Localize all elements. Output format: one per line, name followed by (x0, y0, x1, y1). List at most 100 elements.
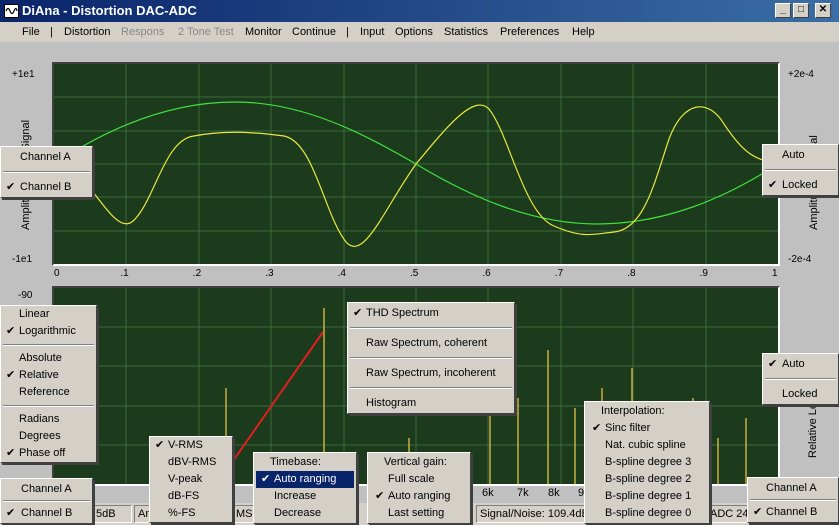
menu-separator: | (50, 26, 53, 38)
menu-item-auto-ranging[interactable]: ✔ Auto ranging (256, 471, 354, 488)
menu-bar: File | Distortion Respons 2 Tone Test Mo… (0, 22, 839, 42)
check-icon: ✔ (753, 506, 763, 518)
app-icon[interactable] (4, 4, 19, 18)
minimize-button[interactable]: _ (775, 3, 791, 18)
menu-preferences[interactable]: Preferences (500, 26, 559, 38)
menu-item-v-rms[interactable]: ✔ V-RMS (150, 437, 232, 454)
timebase-menu: Timebase: ✔ Auto ranging Increase Decreas… (253, 452, 357, 524)
menu-item-v-peak[interactable]: V-peak (150, 471, 232, 488)
x-tick-label: .3 (265, 268, 274, 279)
freq-label-7k: 7k (517, 487, 529, 499)
menu-item-auto-ranging[interactable]: ✔ Auto ranging (370, 488, 468, 505)
menu-options[interactable]: Options (395, 26, 433, 38)
menu-item-db-fs[interactable]: dB-FS (150, 488, 232, 505)
check-icon: ✔ (6, 325, 16, 337)
menu-monitor[interactable]: Monitor (245, 26, 282, 38)
menu-item-channel-a[interactable]: Channel A (1, 479, 92, 499)
menu-item-raw-spectrum-incoherent[interactable]: Raw Spectrum, incoherent (348, 363, 514, 383)
menu-item-increase[interactable]: Increase (256, 488, 354, 505)
menu-continue[interactable]: Continue (292, 26, 336, 38)
menu-item-bspline-3[interactable]: B-spline degree 3 (587, 454, 707, 471)
menu-help[interactable]: Help (572, 26, 595, 38)
x-tick-label: .2 (192, 268, 202, 279)
maximize-button[interactable]: □ (793, 3, 809, 18)
top-left-min-label: -1e1 (12, 254, 33, 265)
check-icon: ✔ (6, 181, 16, 193)
menu-item-logarithmic[interactable]: ✔ Logarithmic (1, 323, 96, 340)
menu-item-channel-a[interactable]: Channel A (748, 478, 838, 498)
menu-item-bspline-1[interactable]: B-spline degree 1 (587, 488, 707, 505)
menu-item-histogram[interactable]: Histogram (348, 393, 514, 413)
top-right-max-label: +2e-4 (788, 69, 814, 80)
x-tick-label: 1 (772, 268, 778, 279)
menu-item-full-scale[interactable]: Full scale (370, 471, 468, 488)
menu-item-last-setting[interactable]: Last setting (370, 505, 468, 522)
window-title: DiAna - Distortion DAC-ADC (22, 3, 197, 18)
channel-menu-top: Channel A ✔ Channel B (0, 146, 93, 198)
check-icon: ✔ (768, 358, 778, 370)
menu-input[interactable]: Input (360, 26, 384, 38)
menu-item-locked[interactable]: ✔ Locked (763, 175, 838, 195)
check-icon: ✔ (261, 473, 271, 485)
menu-respons: Respons (121, 26, 165, 38)
check-icon: ✔ (155, 439, 165, 451)
check-icon: ✔ (6, 369, 16, 381)
status-cell-adc: ADC 24 (706, 505, 750, 523)
freq-label-8k: 8k (548, 487, 560, 499)
check-icon: ✔ (353, 307, 363, 319)
menu-item-thd-spectrum[interactable]: ✔ THD Spectrum (348, 303, 514, 323)
units-menu: ✔ V-RMS dBV-RMS V-peak dB-FS %-FS (149, 436, 233, 523)
menu-item-radians[interactable]: Radians (1, 411, 96, 428)
menu-item-bspline-2[interactable]: B-spline degree 2 (587, 471, 707, 488)
x-tick-label: .6 (482, 268, 491, 279)
menu-item-channel-b[interactable]: ✔ Channel B (748, 502, 838, 522)
menu-item-dbv-rms[interactable]: dBV-RMS (150, 454, 232, 471)
range-menu-top: Auto ✔ Locked (762, 144, 839, 196)
menu-item-raw-spectrum-coherent[interactable]: Raw Spectrum, coherent (348, 333, 514, 353)
menu-item-absolute[interactable]: Absolute (1, 350, 96, 367)
status-cell-amplitude: Am (134, 505, 150, 523)
menu-item-cubic-spline[interactable]: Nat. cubic spline (587, 437, 707, 454)
x-tick-label: .8 (627, 268, 636, 279)
x-tick-label: 0 (54, 268, 60, 279)
close-button[interactable]: ✕ (815, 3, 831, 18)
scale-menu: Linear ✔ Logarithmic Absolute ✔ Relative R… (0, 305, 97, 463)
bottom-left-max-label: -90 (18, 290, 33, 301)
range-menu-bottom: ✔ Auto Locked (762, 353, 839, 405)
menu-item-sinc-filter[interactable]: ✔ Sinc filter (587, 420, 707, 437)
interpolation-header: Interpolation: (601, 405, 665, 417)
menu-item-bspline-0[interactable]: B-spline degree 0 (587, 505, 707, 522)
x-tick-label: .5 (410, 268, 419, 279)
menu-distortion[interactable]: Distortion (64, 26, 110, 38)
menu-item-channel-a[interactable]: Channel A (1, 147, 92, 167)
menu-item-decrease[interactable]: Decrease (256, 505, 354, 522)
status-cell-rms: MS (232, 505, 254, 523)
signal-plot-svg (54, 64, 778, 264)
menu-item-auto[interactable]: ✔ Auto (763, 354, 838, 374)
check-icon: ✔ (375, 490, 385, 502)
menu-item-relative[interactable]: ✔ Relative (1, 367, 96, 384)
timebase-header: Timebase: (270, 456, 321, 468)
menu-item-phase-off[interactable]: ✔ Phase off (1, 445, 96, 462)
check-icon: ✔ (768, 179, 778, 191)
menu-item-linear[interactable]: Linear (1, 306, 96, 323)
menu-item-channel-b[interactable]: ✔ Channel B (1, 503, 92, 523)
menu-item-percent-fs[interactable]: %-FS (150, 505, 232, 522)
menu-item-reference[interactable]: Reference (1, 384, 96, 401)
menu-separator: | (346, 26, 349, 38)
title-bar: DiAna - Distortion DAC-ADC _ □ ✕ (0, 0, 839, 22)
menu-item-locked[interactable]: Locked (763, 384, 838, 404)
menu-item-channel-b[interactable]: ✔ Channel B (1, 177, 92, 197)
app-window: DiAna - Distortion DAC-ADC _ □ ✕ File | … (0, 0, 839, 525)
menu-statistics[interactable]: Statistics (444, 26, 488, 38)
status-cell-signal-noise: Signal/Noise: 109.4dB (476, 505, 586, 523)
menu-item-degrees[interactable]: Degrees (1, 428, 96, 445)
top-right-min-label: -2e-4 (788, 254, 812, 265)
vertical-gain-menu: Vertical gain: Full scale ✔ Auto ranging … (367, 452, 471, 524)
signal-plot[interactable] (52, 62, 780, 266)
menu-item-auto[interactable]: Auto (763, 145, 838, 165)
x-tick-label: .7 (554, 268, 564, 279)
menu-file[interactable]: File (22, 26, 40, 38)
x-tick-label: .9 (699, 268, 708, 279)
check-icon: ✔ (592, 422, 602, 434)
